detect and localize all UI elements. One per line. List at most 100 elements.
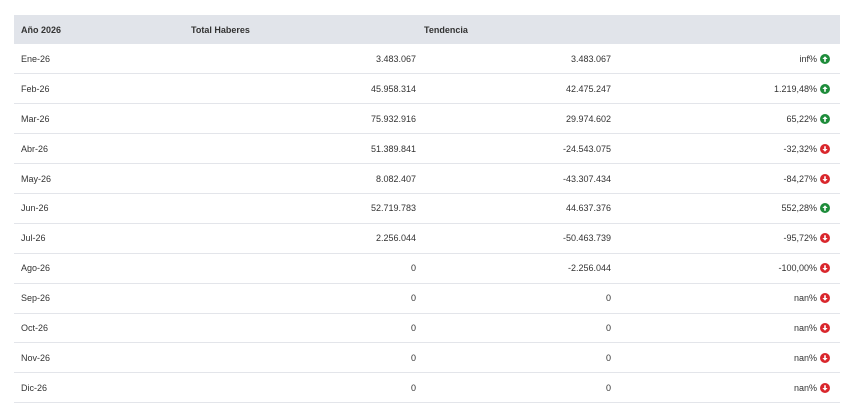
cell-total-haberes: 45.958.314 xyxy=(370,83,416,94)
arrow-up-circle-icon xyxy=(820,83,830,94)
table-row-ene-26: Ene-26 3.483.067 3.483.067 inf% xyxy=(14,44,840,74)
cell-difference: 0 xyxy=(605,322,611,333)
cell-percent-change: 65,22% xyxy=(612,104,840,134)
percent-change-value: nan% xyxy=(793,322,817,333)
percent-change-wrap: nan% xyxy=(793,293,830,304)
percent-change-wrap: nan% xyxy=(793,322,830,333)
table-row-jul-26: Jul-26 2.256.044 -50.463.739 -95,72% xyxy=(14,223,840,254)
cell-month: Dic-26 xyxy=(21,382,48,393)
percent-change-value: 65,22% xyxy=(786,113,817,124)
percent-change-value: inf% xyxy=(799,53,817,64)
cell-percent-change: nan% xyxy=(612,343,840,373)
arrow-down-circle-icon xyxy=(820,233,830,244)
cell-difference: -43.307.434 xyxy=(562,173,611,184)
header-total-haberes[interactable]: Total Haberes xyxy=(184,15,417,44)
arrow-down-circle-icon xyxy=(820,143,830,154)
cell-month: Jun-26 xyxy=(21,203,49,214)
cell-month: Ago-26 xyxy=(21,263,51,274)
cell-total-haberes: 2.256.044 xyxy=(375,233,416,244)
table-row-oct-26: Oct-26 0 0 nan% xyxy=(14,313,840,343)
table-row-sep-26: Sep-26 0 0 nan% xyxy=(14,283,840,314)
table-row-ago-26: Ago-26 0 -2.256.044 -100,00% xyxy=(14,253,840,284)
header-tendencia[interactable]: Tendencia xyxy=(417,15,612,44)
cell-difference: -2.256.044 xyxy=(567,263,611,274)
cell-difference: -50.463.739 xyxy=(562,233,611,244)
haberes-table-container: Año 2026 Total Haberes Tendencia Ene-26 … xyxy=(14,15,840,403)
percent-change-wrap: inf% xyxy=(799,53,830,64)
percent-change-value: 1.219,48% xyxy=(773,83,817,94)
header-empty xyxy=(612,15,840,44)
table-row-abr-26: Abr-26 51.389.841 -24.543.075 -32,32% xyxy=(14,134,840,164)
table-header: Año 2026 Total Haberes Tendencia xyxy=(14,15,840,44)
percent-change-value: -84,27% xyxy=(783,173,817,184)
cell-month: Feb-26 xyxy=(21,83,50,94)
cell-difference: 29.974.602 xyxy=(565,113,611,124)
cell-month: Nov-26 xyxy=(21,352,51,363)
percent-change-value: -95,72% xyxy=(783,233,817,244)
cell-difference: 0 xyxy=(605,293,611,304)
table-row-feb-26: Feb-26 45.958.314 42.475.247 1.219,48% xyxy=(14,74,840,104)
cell-percent-change: inf% xyxy=(612,44,840,74)
cell-total-haberes: 3.483.067 xyxy=(375,53,416,64)
percent-change-wrap: 1.219,48% xyxy=(773,83,830,94)
percent-change-value: nan% xyxy=(793,293,817,304)
table-row-jun-26: Jun-26 52.719.783 44.637.376 552,28% xyxy=(14,193,840,224)
arrow-down-circle-icon xyxy=(820,173,830,184)
cell-total-haberes: 0 xyxy=(410,263,416,274)
cell-percent-change: -84,27% xyxy=(612,164,840,194)
cell-total-haberes: 75.932.916 xyxy=(370,113,416,124)
percent-change-wrap: -95,72% xyxy=(783,233,830,244)
table-row-mar-26: Mar-26 75.932.916 29.974.602 65,22% xyxy=(14,104,840,134)
table-row-nov-26: Nov-26 0 0 nan% xyxy=(14,343,840,373)
cell-month: May-26 xyxy=(21,173,52,184)
cell-total-haberes: 8.082.407 xyxy=(375,173,416,184)
arrow-down-circle-icon xyxy=(820,322,830,333)
cell-month: Abr-26 xyxy=(21,143,49,154)
percent-change-wrap: -84,27% xyxy=(783,173,830,184)
table-header-row: Año 2026 Total Haberes Tendencia xyxy=(14,15,840,44)
table-row-dic-26: Dic-26 0 0 nan% xyxy=(14,373,840,403)
cell-total-haberes: 51.389.841 xyxy=(370,143,416,154)
arrow-up-circle-icon xyxy=(820,203,830,214)
cell-percent-change: 1.219,48% xyxy=(612,74,840,104)
percent-change-wrap: nan% xyxy=(793,352,830,363)
percent-change-wrap: -100,00% xyxy=(778,263,830,274)
arrow-down-circle-icon xyxy=(820,263,830,274)
cell-month: Sep-26 xyxy=(21,293,51,304)
header-year[interactable]: Año 2026 xyxy=(14,15,184,44)
arrow-down-circle-icon xyxy=(820,293,830,304)
percent-change-wrap: 552,28% xyxy=(781,203,830,214)
cell-difference: 0 xyxy=(605,352,611,363)
percent-change-value: nan% xyxy=(793,352,817,363)
cell-month: Mar-26 xyxy=(21,113,50,124)
percent-change-wrap: 65,22% xyxy=(786,113,830,124)
cell-percent-change: 552,28% xyxy=(612,193,840,223)
cell-percent-change: nan% xyxy=(612,373,840,403)
cell-percent-change: nan% xyxy=(612,283,840,313)
arrow-down-circle-icon xyxy=(820,352,830,363)
cell-difference: 42.475.247 xyxy=(565,83,611,94)
percent-change-value: 552,28% xyxy=(781,203,817,214)
cell-month: Ene-26 xyxy=(21,53,51,64)
arrow-down-circle-icon xyxy=(820,382,830,393)
percent-change-value: -32,32% xyxy=(783,143,817,154)
table-body: Ene-26 3.483.067 3.483.067 inf% Feb-26 4… xyxy=(14,44,840,403)
cell-difference: 44.637.376 xyxy=(565,203,611,214)
cell-month: Jul-26 xyxy=(21,233,46,244)
table-row-may-26: May-26 8.082.407 -43.307.434 -84,27% xyxy=(14,164,840,194)
cell-difference: -24.543.075 xyxy=(562,143,611,154)
cell-month: Oct-26 xyxy=(21,322,49,333)
cell-total-haberes: 0 xyxy=(410,293,416,304)
percent-change-wrap: -32,32% xyxy=(783,143,830,154)
haberes-table: Año 2026 Total Haberes Tendencia Ene-26 … xyxy=(14,15,840,403)
cell-percent-change: -95,72% xyxy=(612,223,840,253)
cell-percent-change: nan% xyxy=(612,313,840,343)
percent-change-value: nan% xyxy=(793,382,817,393)
percent-change-wrap: nan% xyxy=(793,382,830,393)
cell-total-haberes: 52.719.783 xyxy=(370,203,416,214)
percent-change-value: -100,00% xyxy=(778,263,817,274)
cell-percent-change: -32,32% xyxy=(612,134,840,164)
arrow-up-circle-icon xyxy=(820,113,830,124)
cell-difference: 0 xyxy=(605,382,611,393)
cell-difference: 3.483.067 xyxy=(570,53,611,64)
